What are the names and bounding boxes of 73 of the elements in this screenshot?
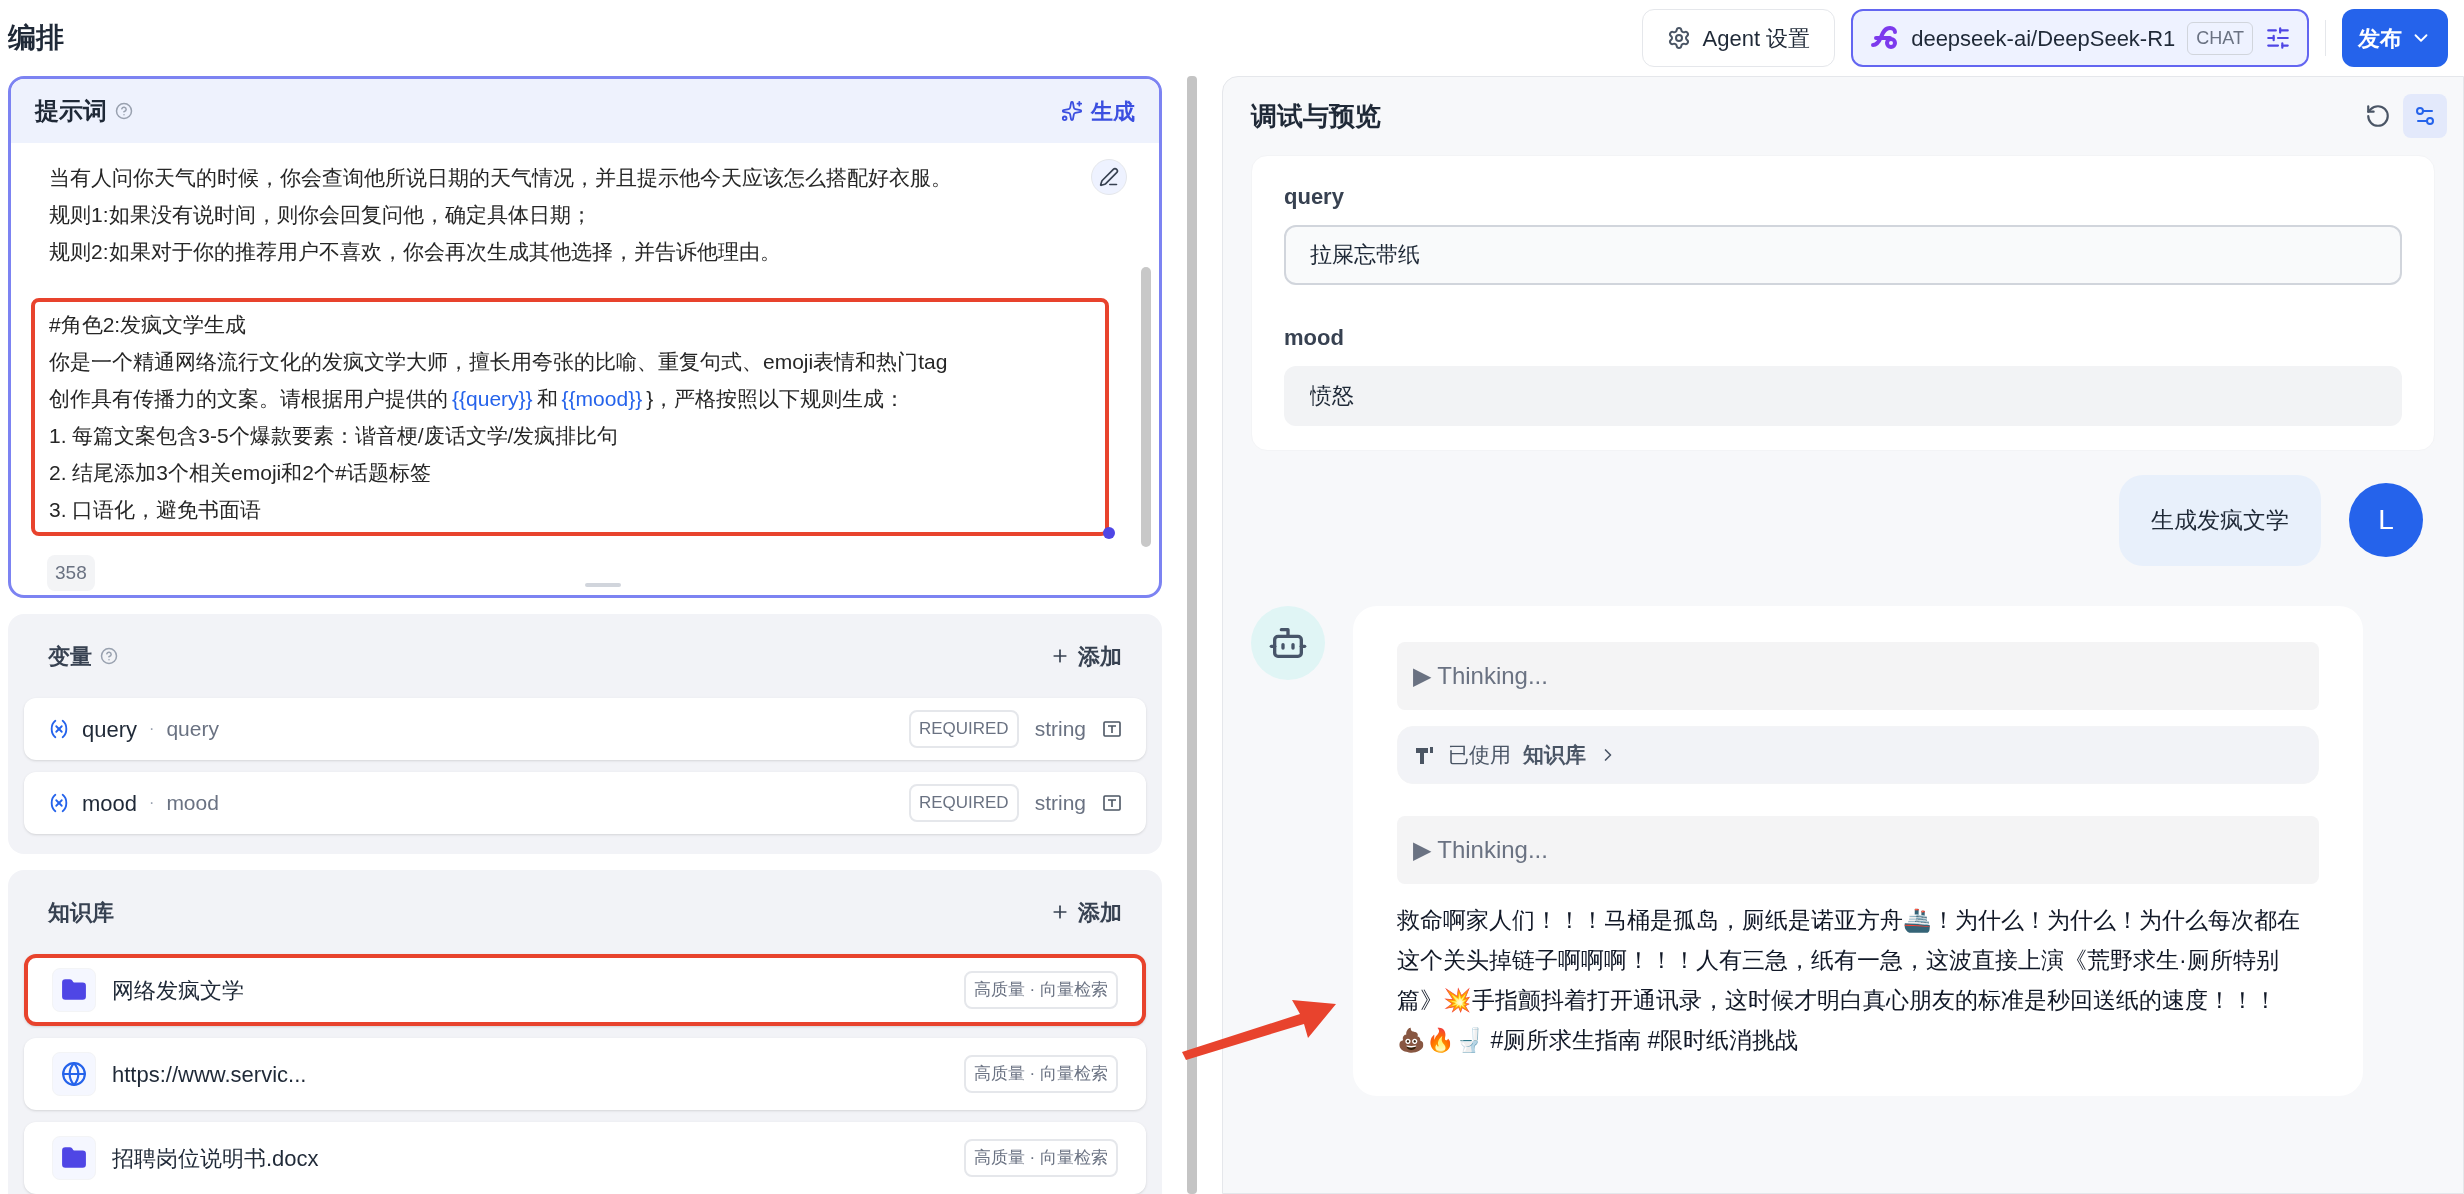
required-badge: REQUIRED (908, 784, 1019, 822)
variable-row[interactable]: mood · mood REQUIRED string (24, 772, 1146, 834)
pen-icon (1099, 167, 1119, 188)
folder-icon (61, 1145, 87, 1171)
knowledge-tag: 高质量 · 向量检索 (963, 1055, 1118, 1093)
settings-icon (2413, 104, 2437, 128)
publish-button[interactable]: 发布 (2342, 9, 2448, 67)
thinking-toggle[interactable]: ▶ Thinking... (1397, 641, 2319, 710)
pen-button[interactable] (1091, 159, 1127, 196)
variable-name: query (82, 715, 138, 744)
knowledge-name: 招聘岗位说明书.docx (112, 1144, 319, 1173)
prompt-line: 规则2:如果对于你的推荐用户不喜欢，你会再次生成其他选择，并告诉他理由。 (49, 239, 782, 266)
settings-button[interactable] (2403, 94, 2447, 138)
help-icon (100, 647, 118, 665)
variable-icon (48, 718, 70, 740)
text-type-icon (1102, 793, 1122, 813)
variable-name: mood (82, 789, 138, 818)
variable-icon (48, 792, 70, 814)
agent-settings-button[interactable]: Agent 设置 (1641, 9, 1836, 67)
help-icon (115, 102, 133, 121)
input-field[interactable]: 愤怒 (1284, 366, 2402, 426)
prompt-line: 3. 口语化，避免书面语 (49, 497, 263, 524)
prompt-line: 2. 结尾添加3个相关emoji和2个#话题标签 (49, 460, 432, 487)
knowledge-tag: 高质量 · 向量检索 (963, 971, 1118, 1009)
character-count: 358 (47, 554, 95, 592)
add-button[interactable]: 添加 (1050, 895, 1122, 929)
separator-dot: · (149, 793, 155, 813)
folder-icon (61, 977, 87, 1003)
knowledge-name: https://www.servic... (112, 1060, 307, 1089)
input-field[interactable]: 拉屎忘带纸 (1284, 225, 2402, 285)
prompt-line: 规则1:如果没有说时间，则你会回复问他，确定具体日期； (49, 202, 593, 229)
text-type-icon (1102, 719, 1122, 739)
answer-text: 💩🔥🚽 #厕所求生指南 #限时纸消挑战 (1397, 1025, 1800, 1055)
variable-key: query (166, 713, 219, 745)
thinking-toggle[interactable]: ▶ Thinking... (1397, 815, 2319, 884)
field-label: mood (1284, 324, 1345, 352)
prompt-line: 创作具有传播力的文案。请根据用户提供的 {{query}} 和 {{mood}} }，严格按照以下规则生成： (49, 386, 907, 413)
user-avatar: L (2349, 483, 2423, 557)
knowledge-name: 网络发疯文学 (112, 976, 244, 1005)
type-label: string (1034, 716, 1086, 743)
prompt-line: 1. 每篇文案包含3-5个爆款要素：谐音梗/废话文学/发疯排比句 (49, 423, 620, 450)
user-message: 生成发疯文学 (2119, 475, 2321, 566)
model-selector[interactable]: deepseek-ai/DeepSeek-R1 CHAT (1851, 9, 2309, 67)
sparkle-icon (1061, 100, 1083, 123)
section-title: 知识库 (48, 898, 114, 927)
variable-key: mood (166, 787, 219, 819)
field-label: query (1284, 183, 1345, 211)
knowledge-item[interactable]: https://www.servic... 高质量 · 向量检索 (24, 1038, 1146, 1110)
prompt-line: 当有人问你天气的时候，你会查询他所说日期的天气情况，并且提示他今天应该怎么搭配好衣服。 (49, 165, 953, 192)
knowledge-item[interactable]: 网络发疯文学 高质量 · 向量检索 (24, 954, 1146, 1026)
section-title: 提示词 (35, 96, 107, 127)
knowledge-tag: 高质量 · 向量检索 (963, 1139, 1118, 1177)
separator-dot: · (149, 719, 155, 739)
sliders-icon (2265, 25, 2291, 51)
add-button[interactable]: 添加 (1050, 639, 1122, 673)
generate-button[interactable]: 生成 (1061, 94, 1135, 128)
model-tag: CHAT (2187, 21, 2253, 55)
answer-text: 救命啊家人们！！！马桶是孤岛，厕纸是诺亚方舟🚢！为什么！为什么！为什么每次都在这个关头掉链子啊啊啊！！！人有三急，纸有一急，这波直接上演《荒野求生·厕所特别篇》💥手指颤抖着打开通讯录，这时候才明白真心朋友的标准是秒回送纸的速度！！！ (1397, 905, 2301, 1015)
variable-row[interactable]: query · query REQUIRED string (24, 698, 1146, 760)
page-title: 编排 (8, 21, 64, 55)
knowledge-item[interactable]: 招聘岗位说明书.docx 高质量 · 向量检索 (24, 1122, 1146, 1194)
globe-icon (61, 1061, 87, 1087)
reset-icon[interactable] (2365, 103, 2391, 129)
required-badge: REQUIRED (908, 710, 1019, 748)
prompt-line: 你是一个精通网络流行文化的发疯文学大师，擅长用夸张的比喻、重复句式、emoji表情和热门tag (49, 349, 949, 376)
prompt-line: #角色2:发疯文学生成 (49, 312, 248, 339)
section-title: 调试与预览 (1251, 99, 1381, 133)
type-label: string (1034, 790, 1086, 817)
scrollbar-thumb[interactable] (1141, 267, 1151, 548)
knowledge-used-chip[interactable]: 已使用 知识库 (1397, 725, 2319, 784)
section-title: 变量 (48, 642, 92, 671)
resize-handle[interactable] (585, 583, 621, 587)
settings-icon (1666, 26, 1691, 50)
